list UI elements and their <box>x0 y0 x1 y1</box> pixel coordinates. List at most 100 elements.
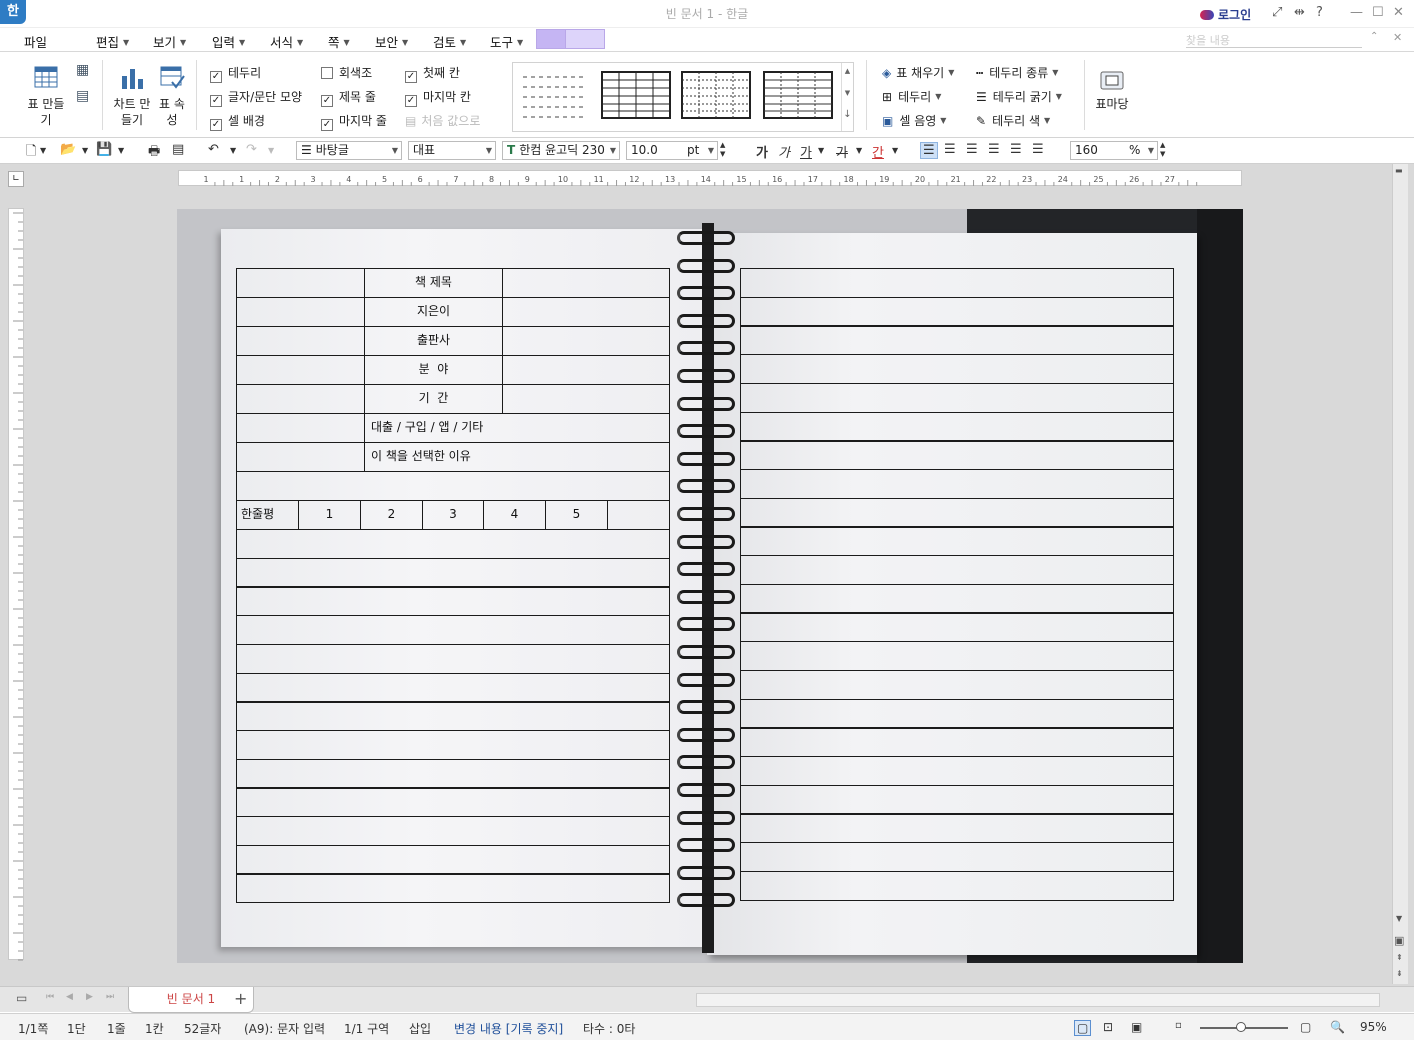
table-row[interactable] <box>236 529 670 559</box>
menu-format[interactable]: 서식 ▼ <box>270 32 303 51</box>
table-row[interactable] <box>740 583 1174 614</box>
table-cell[interactable] <box>236 442 365 472</box>
zoom-fit-icon[interactable]: ▢ <box>1300 1020 1311 1034</box>
table-cell[interactable] <box>236 384 365 414</box>
table-row[interactable] <box>740 698 1174 729</box>
table-make-button[interactable]: 표 만들기 <box>24 96 68 128</box>
rating-2[interactable]: 2 <box>360 500 423 530</box>
open-folder-icon[interactable]: 📂 <box>60 142 76 157</box>
add-tab-button[interactable]: + <box>234 989 247 1008</box>
table-cell[interactable] <box>236 268 365 298</box>
menu-edit[interactable]: 편집 ▼ <box>96 32 129 51</box>
table-row[interactable] <box>236 816 670 846</box>
italic-button[interactable]: 가 <box>778 142 790 161</box>
reading-log-table[interactable]: 책 제목 지은이 출판사 분 야 기 간 대출 / 구입 / 앱 / 기타 이 … <box>236 268 1174 904</box>
check-last-row[interactable]: 마지막 줄 <box>321 112 387 131</box>
chart-make-button[interactable]: 차트 만들기 <box>112 96 152 128</box>
table-row[interactable] <box>236 787 670 818</box>
scroll-up-icon[interactable]: ▬ <box>1395 166 1403 175</box>
table-field-button[interactable]: 표마당 <box>1092 96 1132 112</box>
table-cell[interactable] <box>607 500 670 530</box>
table-row[interactable] <box>740 268 1174 298</box>
align-center-icon[interactable]: ☰ <box>966 142 978 157</box>
status-insert-mode[interactable]: 삽입 <box>409 1020 431 1037</box>
publisher-value[interactable] <box>502 326 670 356</box>
table-row[interactable] <box>236 586 670 617</box>
cell-shade-button[interactable]: ▣ 셀 음영 ▼ <box>882 112 946 129</box>
menu-security[interactable]: 보안 ▼ <box>375 32 408 51</box>
align-right-icon[interactable]: ☰ <box>988 142 1000 157</box>
strike-button[interactable]: 가 <box>836 142 848 161</box>
zoom-icon[interactable]: 🔍 <box>1330 1020 1345 1034</box>
table-row[interactable] <box>740 296 1174 327</box>
ribbon-collapse-icon[interactable]: ⌃ <box>1370 31 1378 42</box>
vertical-scrollbar[interactable]: ▬ ▼ ▣ ⇞ ⇟ <box>1392 164 1408 984</box>
rating-4[interactable]: 4 <box>483 500 546 530</box>
zoom-out-icon[interactable]: ▫ <box>1175 1020 1182 1031</box>
underline-button[interactable]: 가 <box>800 142 812 161</box>
new-doc-dropdown[interactable]: ▼ <box>40 146 46 155</box>
line-spacing-input[interactable]: 160% ▼ <box>1070 141 1158 160</box>
align-divide-icon[interactable]: ☰ <box>1032 142 1044 157</box>
table-row[interactable] <box>740 727 1174 758</box>
strike-dropdown[interactable]: ▼ <box>856 146 862 155</box>
check-first-col[interactable]: 첫째 칸 <box>405 64 460 83</box>
last-tab-icon[interactable]: ⏭ <box>106 992 114 1002</box>
rating-1[interactable]: 1 <box>298 500 361 530</box>
undo-icon[interactable]: ↶ <box>208 142 219 157</box>
check-last-col[interactable]: 마지막 칸 <box>405 88 471 107</box>
table-row[interactable] <box>236 643 670 674</box>
menu-file[interactable]: 파일 <box>24 32 47 51</box>
font-select[interactable]: T 한컴 윤고딕 230 ▼ <box>502 141 620 160</box>
preview-icon[interactable]: ▤ <box>172 142 184 157</box>
font-size-spinner[interactable]: ▲ ▼ <box>720 141 725 159</box>
full-view-icon[interactable]: ▣ <box>1131 1020 1142 1034</box>
table-row[interactable] <box>740 382 1174 413</box>
menu-page[interactable]: 쪽 ▼ <box>328 32 350 51</box>
table-style-2[interactable] <box>601 71 671 119</box>
table-row[interactable] <box>236 873 670 904</box>
table-design-tab[interactable] <box>536 29 566 49</box>
page-image[interactable]: 책 제목 지은이 출판사 분 야 기 간 대출 / 구입 / 앱 / 기타 이 … <box>177 209 1243 963</box>
search-input[interactable]: 찾을 내용 <box>1186 32 1362 48</box>
table-row[interactable] <box>740 411 1174 442</box>
table-cell[interactable] <box>236 326 365 356</box>
table-cell[interactable] <box>236 297 365 327</box>
undo-dropdown[interactable]: ▼ <box>230 146 236 155</box>
font-lang-select[interactable]: 대표 ▼ <box>408 141 496 160</box>
help-icon[interactable]: ? <box>1316 5 1323 20</box>
line-spacing-spinner[interactable]: ▲ ▼ <box>1160 141 1165 159</box>
vertical-ruler[interactable] <box>8 208 24 961</box>
fullscreen-icon[interactable]: ⤢ <box>1272 5 1282 20</box>
table-row[interactable] <box>740 526 1174 557</box>
redo-icon[interactable]: ↷ <box>246 142 257 157</box>
bold-button[interactable]: 가 <box>756 142 768 161</box>
table-row[interactable] <box>740 612 1174 643</box>
save-dropdown[interactable]: ▼ <box>118 146 124 155</box>
horizontal-scrollbar[interactable] <box>696 993 1380 1007</box>
prev-page-icon[interactable]: ⇞ <box>1396 954 1403 962</box>
table-row[interactable] <box>740 813 1174 844</box>
menu-insert[interactable]: 입력 ▼ <box>212 32 245 51</box>
char-shade-dropdown[interactable]: ▼ <box>892 146 898 155</box>
author-value[interactable] <box>502 297 670 327</box>
table-row[interactable] <box>740 325 1174 356</box>
table-row[interactable] <box>740 870 1174 901</box>
check-grayscale[interactable]: 회색조 <box>321 64 372 81</box>
table-row[interactable] <box>740 440 1174 471</box>
menu-view[interactable]: 보기 ▼ <box>153 32 186 51</box>
table-style-4[interactable] <box>763 71 833 119</box>
login-button[interactable]: 로그인 <box>1200 6 1251 23</box>
genre-value[interactable] <box>502 355 670 385</box>
zoom-level[interactable]: 95% <box>1360 1020 1387 1034</box>
table-eraser-icon[interactable]: ▤ <box>76 88 89 104</box>
check-border[interactable]: 테두리 <box>210 64 261 83</box>
status-track-changes[interactable]: 변경 내용 [기록 중지] <box>454 1020 563 1037</box>
zoom-slider-handle[interactable] <box>1236 1022 1246 1032</box>
table-row[interactable] <box>740 755 1174 786</box>
redo-dropdown[interactable]: ▼ <box>268 146 274 155</box>
table-row[interactable] <box>236 672 670 703</box>
border-type-button[interactable]: ┅ 테두리 종류 ▼ <box>976 64 1058 81</box>
char-shade-button[interactable]: 간 <box>872 142 884 161</box>
border-color-button[interactable]: ✎ 테두리 색 ▼ <box>976 112 1050 129</box>
